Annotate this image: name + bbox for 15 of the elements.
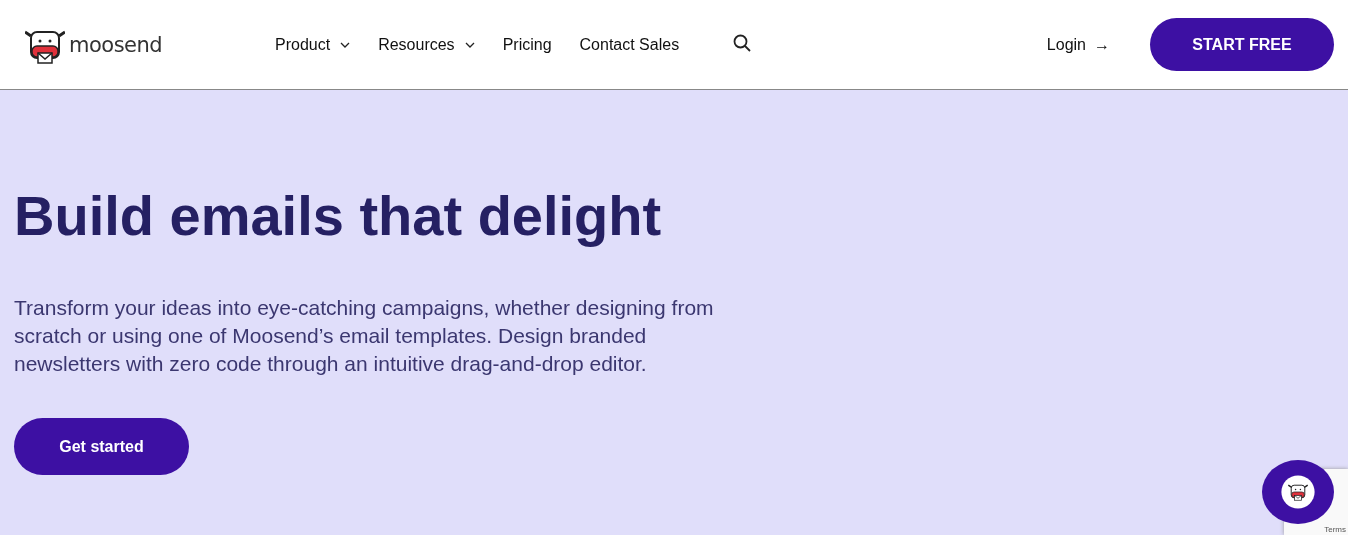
hero-heading: Build emails that delight [14, 183, 663, 248]
nav-link[interactable]: Product [275, 35, 351, 54]
login-link[interactable]: Login → [1046, 35, 1110, 54]
search-icon[interactable] [733, 33, 752, 52]
cow-chat-icon [1280, 474, 1316, 510]
nav-link[interactable]: Resources [378, 35, 475, 54]
logo-text[interactable]: moosend [69, 32, 163, 57]
hero-description: Transform your ideas into eye-catching campaigns, whether designing from scratch or using one of Moosend’s email templates. Design branded newsletters with zero code through an intuitive drag-and-drop editor. [14, 295, 715, 377]
chevron-down-icon [464, 41, 475, 48]
start-free-button[interactable]: START FREE [1150, 18, 1334, 71]
chevron-down-icon [340, 41, 351, 48]
nav-link[interactable]: Contact Sales [579, 35, 680, 54]
recaptcha-terms-text[interactable]: Terms [1324, 526, 1348, 535]
get-started-button[interactable]: Get started [14, 418, 189, 475]
nav-link[interactable]: Pricing [502, 35, 552, 54]
